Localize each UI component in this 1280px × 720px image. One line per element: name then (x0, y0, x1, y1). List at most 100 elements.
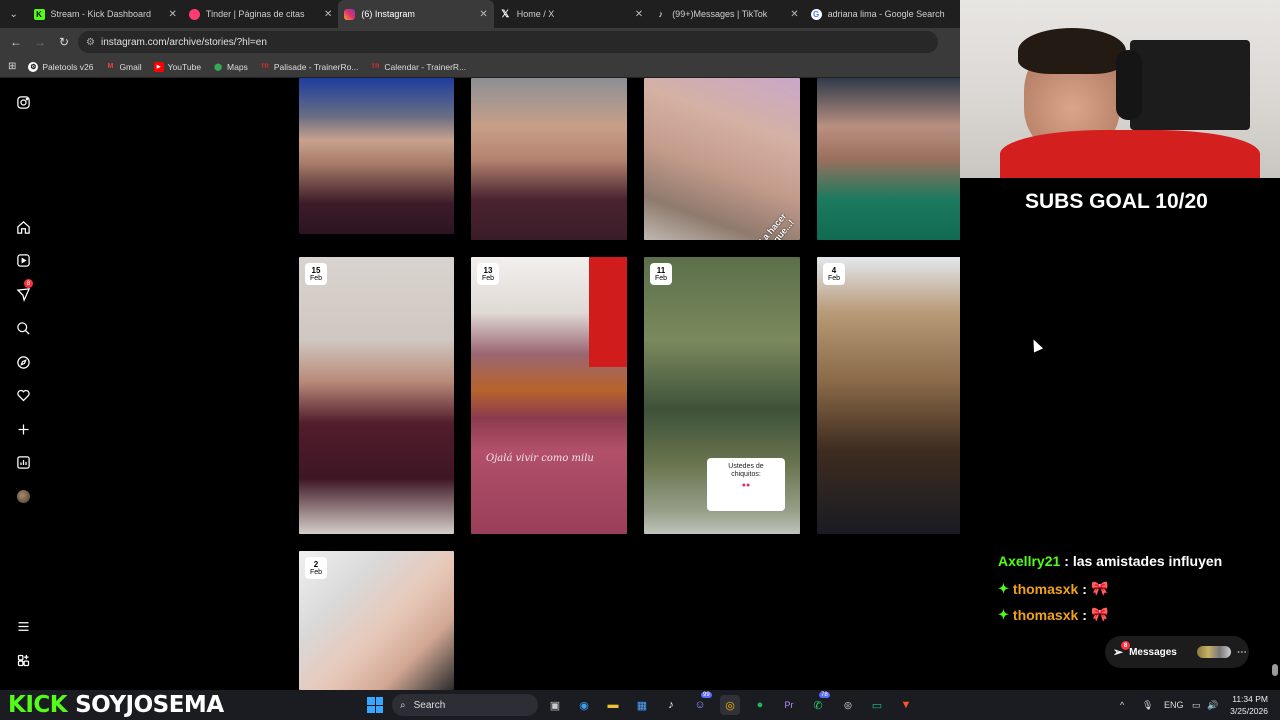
site-info-icon[interactable]: ⚙ (86, 37, 95, 48)
paletools-icon: ⚙ (28, 61, 39, 72)
create-icon[interactable] (12, 418, 34, 440)
tab-instagram[interactable]: (6) Instagram ✕ (338, 0, 494, 28)
chat-message: Axellry21 : las amistades influyen (998, 553, 1222, 569)
streamer-name: SOYJOSEMA (75, 692, 224, 718)
reload-button[interactable]: ↻ (54, 32, 74, 52)
menu-icon[interactable] (12, 615, 34, 637)
tab-label: (6) Instagram (361, 9, 415, 19)
tab-label: Home / X (516, 9, 555, 19)
tab-label: Tinder | Páginas de citas (205, 9, 305, 19)
bookmark-label: Gmail (119, 61, 142, 72)
youtube-icon: ▶ (153, 61, 164, 72)
taskbar-search[interactable]: ⌕ Search (392, 694, 538, 716)
story-thumbnail[interactable]: 4 Feb (817, 257, 960, 534)
story-date-badge: 11 Feb (650, 263, 672, 285)
close-icon[interactable]: ✕ (790, 9, 798, 20)
bookmark-trainerroad-calendar[interactable]: TR Calendar - TrainerR... (370, 62, 466, 72)
emote-icon: 🎀 (1090, 580, 1109, 596)
instagram-messages-button[interactable]: ➢ 8 Messages ⋯ (1105, 636, 1249, 668)
bookmark-youtube[interactable]: ▶ YouTube (153, 61, 201, 72)
profile-avatar[interactable] (12, 485, 34, 507)
terminal-icon[interactable]: ▭ (867, 695, 887, 715)
close-icon[interactable]: ✕ (169, 9, 177, 20)
story-thumbnail[interactable] (817, 78, 960, 240)
instagram-logo-icon[interactable] (12, 91, 34, 113)
microphone-icon[interactable]: 🎙 (1142, 690, 1153, 720)
discord-icon[interactable]: ☺ 99 (690, 692, 712, 715)
bookmark-paletools[interactable]: ⚙ Paletools v26 (28, 61, 94, 72)
tab-x-home[interactable]: 𝕏 Home / X ✕ (494, 0, 649, 28)
bookmark-trainerroad-palisade[interactable]: TR Palisade - TrainerRo... (260, 62, 359, 72)
url-text: instagram.com/archive/stories/?hl=en (100, 36, 267, 48)
close-icon[interactable]: ✕ (635, 9, 643, 20)
also-from-meta-icon[interactable] (12, 649, 34, 671)
premiere-icon[interactable]: Pr (779, 695, 799, 715)
story-day: 4 (831, 265, 837, 275)
bookmark-label: Paletools v26 (42, 61, 94, 72)
page-scrollbar[interactable] (1270, 0, 1280, 690)
dashboard-icon[interactable] (12, 451, 34, 473)
story-thumbnail[interactable]: 13 Feb Ojalá vivir como milu (471, 257, 627, 534)
language-indicator[interactable]: ENG (1164, 690, 1184, 720)
search-icon[interactable] (12, 317, 34, 339)
tiktok-icon[interactable]: ♪ (661, 695, 681, 715)
story-day: 15 (311, 265, 321, 275)
back-button[interactable]: ← (6, 32, 26, 52)
apps-grid-icon[interactable]: ⊞ (8, 61, 16, 72)
curtain-shape (589, 257, 627, 367)
story-thumbnail[interactable] (299, 78, 454, 234)
whatsapp-icon[interactable]: ✆ 78 (808, 692, 830, 715)
address-bar[interactable]: ⚙ instagram.com/archive/stories/?hl=en (78, 31, 938, 53)
kick-logo: KICK (8, 692, 68, 718)
tab-tiktok[interactable]: ♪ (99+)Messages | TikTok ✕ (649, 0, 804, 28)
chat-username: thomasxk (1012, 580, 1079, 597)
spotify-icon[interactable]: ● (750, 695, 770, 715)
taskbar-clock[interactable]: 11:34 PM 3/25/2026 (1220, 693, 1268, 717)
store-icon[interactable]: ▦ (632, 695, 652, 715)
direct-messages-icon[interactable]: 8 (12, 279, 34, 305)
story-thumbnail[interactable]: Cogí mi celu y le dije: ¡vamo' a hacer l… (644, 78, 800, 240)
messages-label: Messages (1129, 646, 1177, 658)
tab-google-search[interactable]: G adriana lima - Google Search (805, 0, 960, 28)
hoodie-shape (1000, 130, 1260, 178)
notification-badge: 8 (24, 279, 33, 288)
question-sticker: Ustedes de chiquitos: ●● (707, 458, 785, 511)
browser-tab-bar: ⌄ K Stream - Kick Dashboard ✕ Tinder | P… (0, 0, 960, 28)
reels-icon[interactable] (12, 249, 34, 271)
hair-shape (1018, 28, 1126, 74)
file-explorer-icon[interactable]: ▬ (603, 695, 623, 715)
task-view-icon[interactable]: ▣ (545, 695, 565, 715)
steam-icon[interactable]: ⊛ (838, 695, 858, 715)
edge-icon[interactable]: ◉ (574, 695, 594, 715)
tray-overflow-icon[interactable]: ^ (1120, 690, 1124, 720)
browser-toolbar: ← → ↻ ⚙ instagram.com/archive/stories/?h… (0, 28, 960, 56)
clock-time: 11:34 PM (1232, 694, 1268, 704)
story-date-badge: 13 Feb (477, 263, 499, 285)
brave-icon[interactable]: ▼ (896, 695, 916, 715)
story-day: 13 (483, 265, 493, 275)
story-thumbnail[interactable]: 15 Feb (299, 257, 454, 534)
close-icon[interactable]: ✕ (324, 9, 332, 20)
network-icon[interactable]: ▭ (1192, 690, 1201, 720)
story-thumbnail[interactable]: 11 Feb Ustedes de chiquitos: ●● (644, 257, 800, 534)
scrollbar-thumb[interactable] (1272, 664, 1278, 676)
tab-search-button[interactable]: ⌄ (0, 0, 28, 28)
chrome-icon[interactable]: ◎ (720, 695, 740, 715)
tab-tinder[interactable]: Tinder | Páginas de citas ✕ (183, 0, 338, 28)
explore-icon[interactable] (12, 351, 34, 373)
close-icon[interactable]: ✕ (479, 9, 487, 20)
kick-icon: K (33, 8, 45, 20)
forward-button[interactable]: → (30, 32, 50, 52)
story-thumbnail[interactable] (471, 78, 627, 240)
more-icon[interactable]: ⋯ (1237, 647, 1247, 658)
bookmark-gmail[interactable]: M Gmail (105, 61, 142, 72)
story-thumbnail[interactable]: 2 Feb (299, 551, 454, 690)
volume-icon[interactable]: 🔊 (1207, 690, 1218, 720)
heart-icon[interactable] (12, 384, 34, 406)
home-icon[interactable] (12, 216, 34, 238)
story-month: Feb (827, 274, 841, 282)
windows-start-icon[interactable] (367, 697, 383, 713)
tab-kick-dashboard[interactable]: K Stream - Kick Dashboard ✕ (28, 0, 183, 28)
bookmark-maps[interactable]: ⬤ Maps (213, 62, 248, 72)
story-month: Feb (309, 274, 323, 282)
